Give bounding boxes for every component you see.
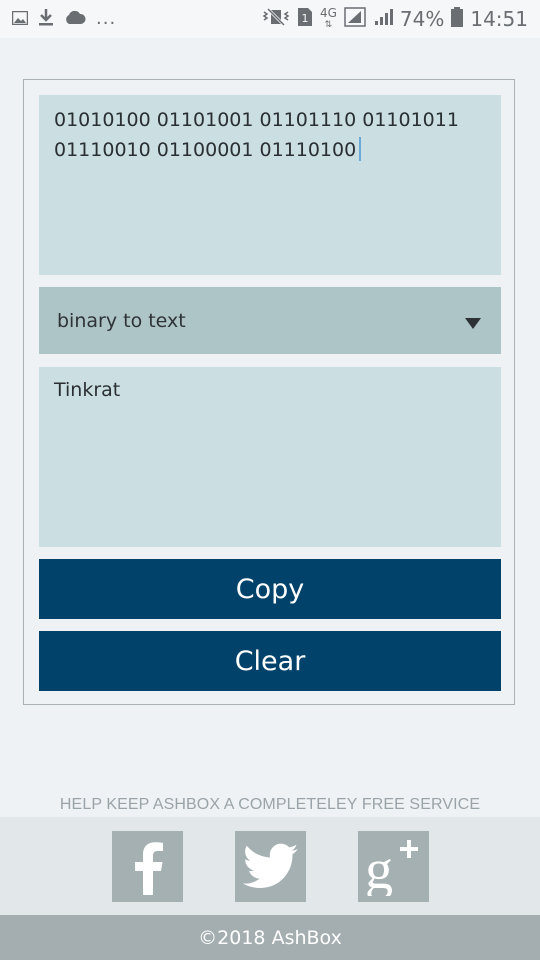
facebook-icon[interactable] — [112, 831, 183, 902]
battery-icon — [451, 7, 464, 31]
copyright-bar: ©2018 AshBox — [0, 915, 540, 960]
output-text: Tinkrat — [54, 379, 121, 401]
text-output[interactable]: Tinkrat — [39, 367, 501, 547]
clock: 14:51 — [470, 7, 528, 31]
data-arrows-icon: ⇅ — [324, 20, 333, 30]
svg-text:g: g — [365, 839, 393, 896]
status-right-group: 1 4G ⇅ 74% 14:51 — [262, 7, 528, 31]
signal-box-icon — [344, 7, 366, 31]
copyright-text: ©2018 AshBox — [198, 926, 342, 949]
converter-card: 01010100 01101001 01101110 01101011 0111… — [23, 79, 515, 705]
clear-button[interactable]: Clear — [39, 631, 501, 691]
help-text: HELP KEEP ASHBOX A COMPLETELEY FREE SERV… — [59, 796, 481, 813]
mode-select-value: binary to text — [57, 309, 186, 332]
svg-text:1: 1 — [301, 12, 308, 25]
binary-input[interactable]: 01010100 01101001 01101110 01101011 0111… — [39, 95, 501, 275]
network-type: 4G ⇅ — [320, 7, 337, 31]
google-plus-icon[interactable]: g — [358, 831, 429, 902]
signal-icon — [373, 7, 393, 31]
status-left-group: ... — [11, 8, 117, 30]
network-label: 4G — [319, 6, 337, 20]
social-bar: g — [0, 817, 540, 915]
overflow-indicator: ... — [96, 8, 117, 29]
battery-percent: 74% — [399, 7, 445, 31]
twitter-icon[interactable] — [235, 831, 306, 902]
input-text: 01010100 01101001 01101110 01101011 0111… — [54, 109, 459, 161]
image-icon — [11, 10, 29, 29]
dropdown-arrow-icon — [465, 318, 481, 329]
copy-button[interactable]: Copy — [39, 559, 501, 619]
download-icon — [38, 8, 54, 30]
text-caret — [359, 137, 362, 161]
sim-icon: 1 — [297, 7, 313, 31]
status-bar: ... 1 4G ⇅ 74% 14:51 — [0, 0, 540, 38]
vibrate-icon — [262, 7, 290, 31]
cloud-icon — [64, 9, 86, 29]
mode-select[interactable]: binary to text — [39, 287, 501, 354]
